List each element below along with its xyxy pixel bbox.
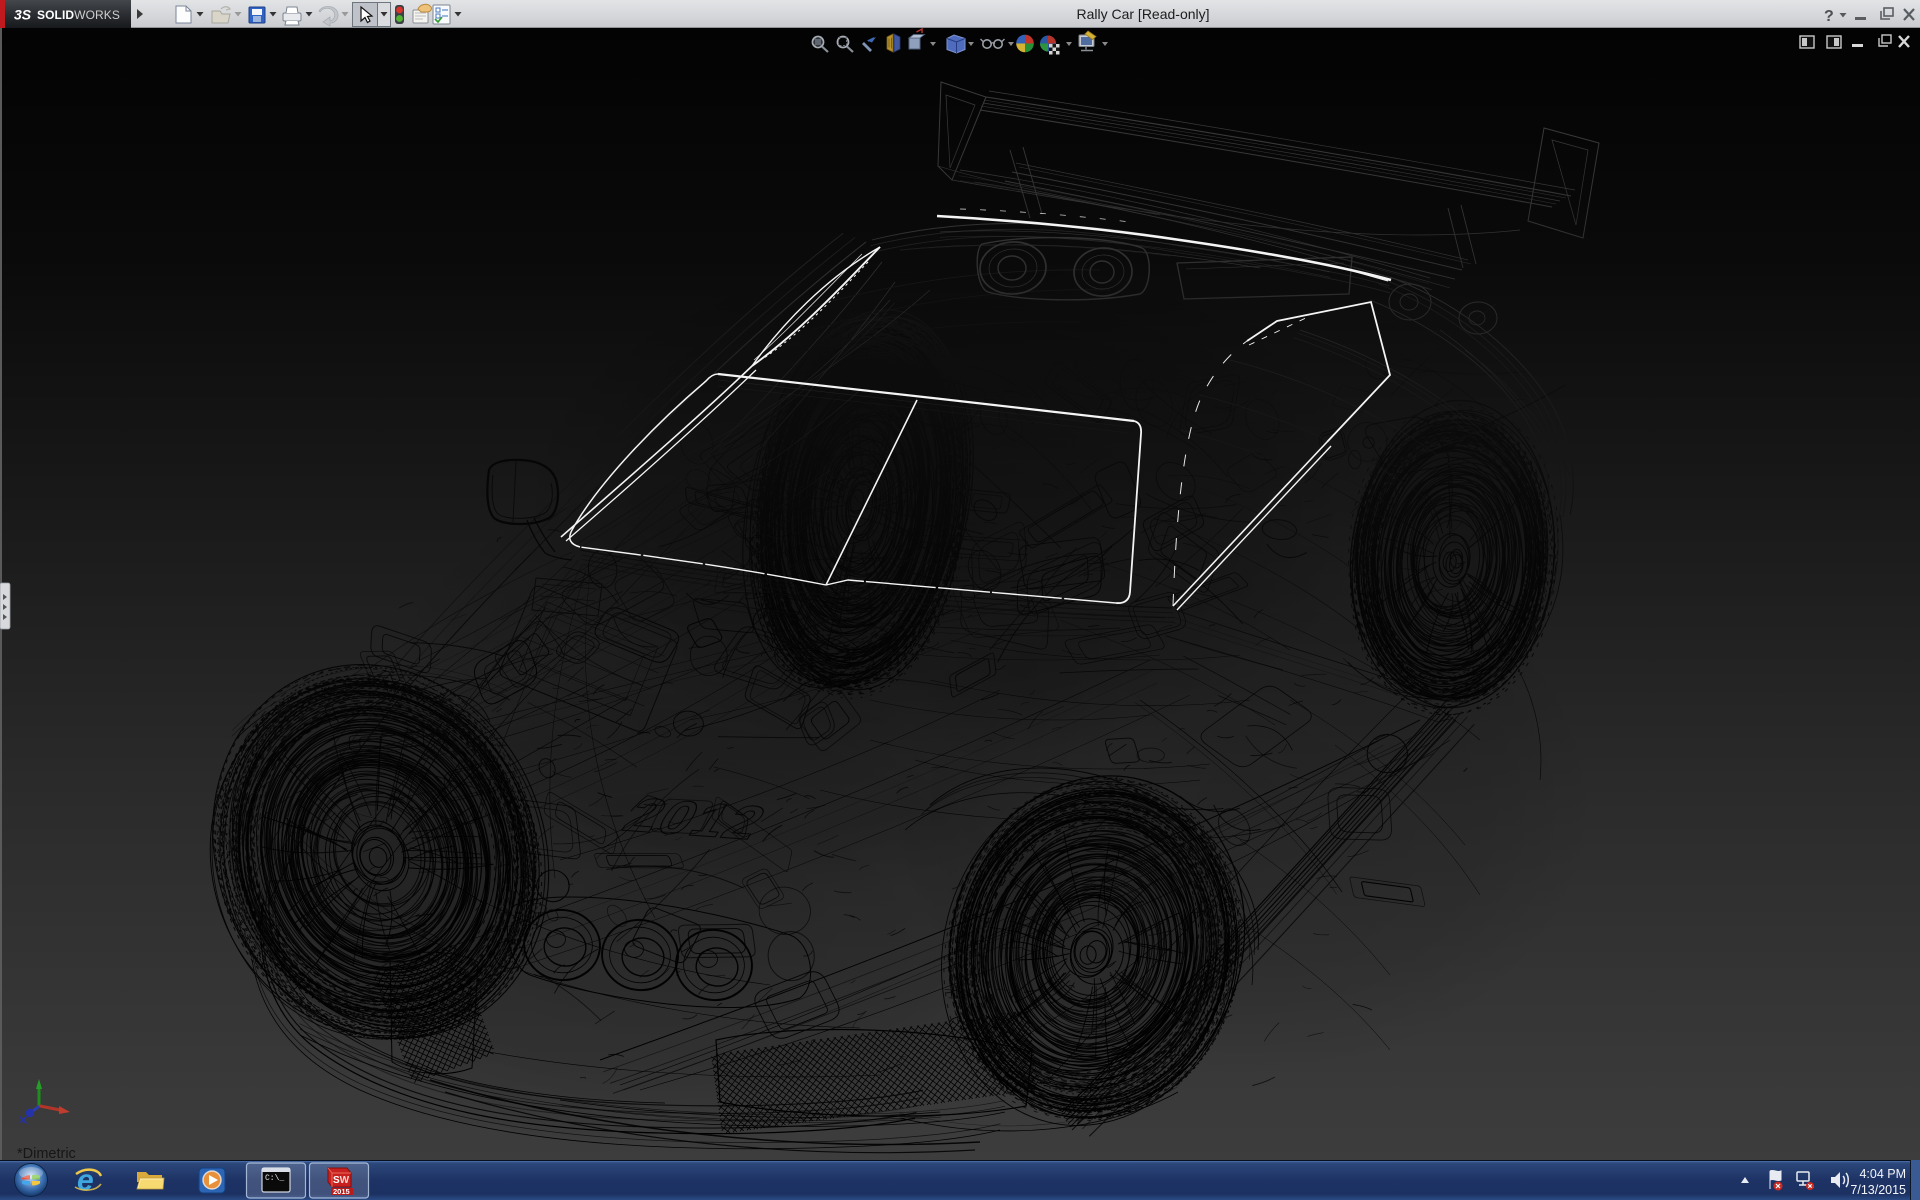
svg-text:Rally Car [Read-only]: Rally Car [Read-only] [1076,6,1209,22]
svg-text:C:\_: C:\_ [265,1174,284,1183]
svg-text:2015: 2015 [333,1187,350,1196]
svg-text:4:04 PM: 4:04 PM [1859,1167,1906,1181]
svg-text:7/13/2015: 7/13/2015 [1850,1183,1906,1197]
svg-text:3S: 3S [14,7,32,23]
svg-text:*Dimetric: *Dimetric [17,1146,76,1162]
svg-text:SOLIDWORKS: SOLIDWORKS [37,8,120,22]
svg-text:?: ? [1824,8,1834,25]
svg-text:SW: SW [333,1175,350,1186]
